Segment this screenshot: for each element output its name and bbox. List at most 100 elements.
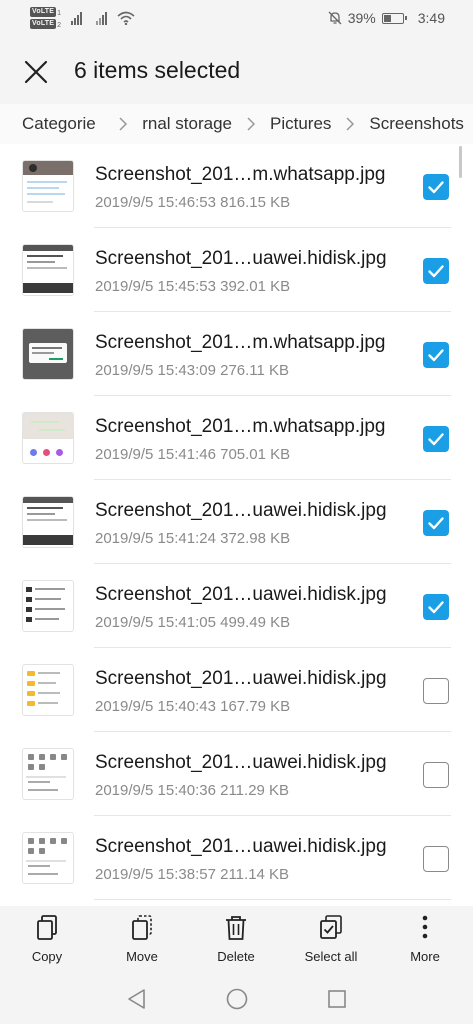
file-thumbnail — [22, 328, 74, 380]
file-row[interactable]: Screenshot_201…uawei.hidisk.jpg 2019/9/5 … — [0, 564, 473, 648]
thumbnail-detail — [39, 429, 65, 431]
breadcrumb-categories[interactable]: Categories — [22, 114, 104, 134]
volte-indicators: VoLTE 1 VoLTE 2 — [30, 7, 61, 29]
breadcrumb-screenshots[interactable]: Screenshots — [369, 114, 464, 134]
breadcrumb-pictures[interactable]: Pictures — [270, 114, 331, 134]
file-row[interactable]: Screenshot_201…m.whatsapp.jpg 2019/9/5 15… — [0, 396, 473, 480]
file-name: Screenshot_201…uawei.hidisk.jpg — [95, 836, 387, 857]
file-name: Screenshot_201…uawei.hidisk.jpg — [95, 584, 387, 605]
thumbnail-detail — [49, 358, 63, 360]
move-icon — [132, 915, 152, 940]
file-name: Screenshot_201…m.whatsapp.jpg — [95, 164, 386, 185]
file-thumbnail — [22, 496, 74, 548]
copy-button[interactable]: Copy — [2, 906, 92, 976]
thumbnail-detail — [23, 413, 73, 439]
select-checkbox[interactable] — [423, 174, 449, 200]
file-row[interactable]: Screenshot_201…uawei.hidisk.jpg 2019/9/5 … — [0, 228, 473, 312]
select-checkbox[interactable] — [423, 426, 449, 452]
volte-sim-number: 2 — [57, 22, 62, 29]
file-row[interactable]: Screenshot_201…uawei.hidisk.jpg 2019/9/5 … — [0, 480, 473, 564]
more-button[interactable]: More — [380, 906, 470, 976]
thumbnail-detail — [32, 352, 54, 354]
home-icon — [226, 988, 248, 1010]
file-row[interactable]: Screenshot_201…m.whatsapp.jpg 2019/9/5 15… — [0, 312, 473, 396]
more-label: More — [410, 949, 440, 964]
thumbnail-detail — [23, 245, 73, 251]
breadcrumb-internal-storage[interactable]: rnal storage — [142, 114, 232, 134]
file-meta: 2019/9/5 15:38:57 211.14 KB — [95, 866, 290, 883]
nav-recents-button[interactable] — [324, 986, 350, 1012]
breadcrumb-fade — [96, 104, 120, 144]
thumbnail-detail — [27, 681, 35, 686]
select-checkbox[interactable] — [423, 594, 449, 620]
copy-label: Copy — [31, 949, 63, 964]
file-thumbnail — [22, 748, 74, 800]
copy-icon — [37, 915, 57, 940]
status-left: VoLTE 1 VoLTE 2 — [30, 7, 135, 29]
chevron-right-icon — [346, 117, 355, 131]
select-checkbox[interactable] — [423, 762, 449, 788]
thumbnail-detail — [27, 513, 55, 515]
file-list[interactable]: Screenshot_201…m.whatsapp.jpg 2019/9/5 15… — [0, 144, 473, 906]
file-row[interactable]: Screenshot_201…uawei.hidisk.jpg 2019/9/5 … — [0, 816, 473, 900]
select-checkbox[interactable] — [423, 510, 449, 536]
select-checkbox[interactable] — [423, 678, 449, 704]
file-name: Screenshot_201…m.whatsapp.jpg — [95, 332, 386, 353]
thumbnail-detail — [28, 781, 50, 783]
checkmark-icon — [428, 349, 444, 362]
nav-back-button[interactable] — [124, 986, 150, 1012]
thumbnail-detail — [27, 261, 55, 263]
thumbnail-detail — [27, 201, 53, 203]
move-button[interactable]: Move — [97, 906, 187, 976]
file-row[interactable]: Screenshot_201…uawei.hidisk.jpg 2019/9/5 … — [0, 732, 473, 816]
thumbnail-detail — [38, 672, 60, 674]
nav-home-button[interactable] — [224, 986, 250, 1012]
thumbnail-detail — [38, 702, 58, 704]
thumbnail-detail — [31, 421, 59, 423]
file-name: Screenshot_201…uawei.hidisk.jpg — [95, 500, 387, 521]
status-bar: VoLTE 1 VoLTE 2 39% 3:49 — [0, 0, 473, 40]
thumbnail-detail — [30, 449, 37, 456]
battery-fill — [383, 14, 391, 22]
file-thumbnail — [22, 580, 74, 632]
thumbnail-detail — [23, 535, 73, 545]
close-selection-button[interactable] — [22, 58, 50, 86]
thumbnail-detail — [26, 617, 32, 622]
thumbnail-detail — [38, 682, 56, 684]
thumbnail-detail — [35, 588, 65, 590]
system-nav-bar — [0, 976, 473, 1024]
thumbnail-detail — [26, 776, 66, 778]
file-row[interactable]: Screenshot_201…m.whatsapp.jpg 2019/9/5 15… — [0, 144, 473, 228]
select-all-button[interactable]: Select all — [286, 906, 376, 976]
file-name: Screenshot_201…uawei.hidisk.jpg — [95, 752, 387, 773]
thumbnail-detail — [50, 754, 56, 760]
recents-icon — [328, 990, 346, 1008]
page-title: 6 items selected — [74, 57, 241, 83]
select-checkbox[interactable] — [423, 258, 449, 284]
checkmark-icon — [428, 265, 444, 278]
select-checkbox[interactable] — [423, 846, 449, 872]
volte-badge: VoLTE — [30, 7, 57, 17]
thumbnail-detail — [27, 187, 59, 189]
thumbnail-detail — [35, 598, 61, 600]
thumbnail-detail — [27, 519, 67, 521]
select-checkbox[interactable] — [423, 342, 449, 368]
row-divider — [94, 899, 451, 900]
thumbnail-detail — [27, 701, 35, 706]
file-meta: 2019/9/5 15:40:36 211.29 KB — [95, 782, 290, 799]
breadcrumb: Categories rnal storage Pictures Screens… — [0, 104, 473, 144]
volte-sim-number: 1 — [57, 10, 62, 17]
thumbnail-detail — [32, 347, 62, 349]
thumbnail-detail — [50, 838, 56, 844]
thumbnail-detail — [39, 848, 45, 854]
file-name: Screenshot_201…m.whatsapp.jpg — [95, 416, 386, 437]
thumbnail-detail — [29, 164, 37, 172]
thumbnail-detail — [35, 618, 59, 620]
thumbnail-detail — [26, 607, 32, 612]
file-name: Screenshot_201…uawei.hidisk.jpg — [95, 248, 387, 269]
thumbnail-detail — [56, 449, 63, 456]
delete-button[interactable]: Delete — [191, 906, 281, 976]
file-row[interactable]: Screenshot_201…uawei.hidisk.jpg 2019/9/5 … — [0, 648, 473, 732]
thumbnail-detail — [27, 193, 65, 195]
thumbnail-detail — [61, 754, 67, 760]
